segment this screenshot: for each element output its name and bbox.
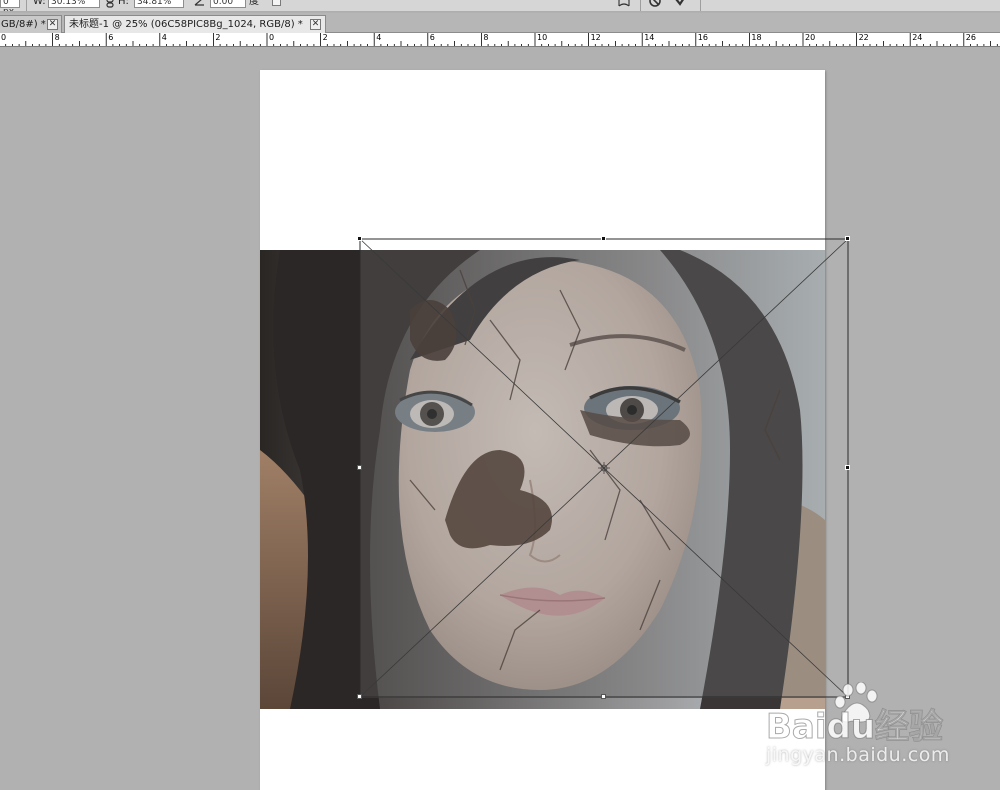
close-icon[interactable]: ✕ (310, 19, 321, 30)
angle-icon (193, 0, 207, 10)
warp-icon[interactable] (617, 0, 631, 10)
ruler-label: 22 (858, 33, 869, 42)
ruler-label: 2 (322, 33, 328, 42)
ruler-label: 20 (805, 33, 816, 42)
ruler-label: 14 (644, 33, 655, 42)
separator (640, 0, 641, 11)
baidu-logo: Baidu经验 (766, 682, 944, 744)
ruler-label: 6 (108, 33, 114, 42)
ruler-label: 16 (697, 33, 708, 42)
ruler-label: 0 (1, 33, 7, 42)
cancel-icon[interactable] (648, 0, 662, 10)
tab-previous-document[interactable]: GB/8#) * ✕ (0, 15, 62, 33)
angle-field[interactable]: 0.00 (210, 0, 246, 8)
transform-handle-top[interactable] (601, 236, 606, 241)
ruler-label: 18 (751, 33, 762, 42)
transform-handle-top-right[interactable] (845, 236, 850, 241)
transform-handle-top-left[interactable] (357, 236, 362, 241)
tab-label: 未标题-1 @ 25% (06C58PIC8Bg_1024, RGB/8) * (69, 19, 303, 30)
transform-handle-left[interactable] (357, 465, 362, 470)
watermark-brand: Baidu经验 (766, 707, 943, 744)
ruler-label: 8 (483, 33, 489, 42)
separator (26, 0, 27, 11)
document-tab-bar: GB/8#) * ✕ 未标题-1 @ 25% (06C58PIC8Bg_1024… (0, 13, 1000, 33)
width-label: W: (33, 0, 46, 7)
ruler-label: 8 (54, 33, 60, 42)
photo-layer[interactable] (260, 250, 825, 709)
horizontal-ruler[interactable]: 0 8 6 4 2 0 2 4 6 8 10 12 14 16 18 20 22 24 26 (0, 33, 1000, 47)
options-bar: 0 px W: 30.13% H: 34.81% 0.00 度 (0, 0, 1000, 12)
commit-icon[interactable] (674, 0, 688, 10)
height-label: H: (118, 0, 129, 7)
angle-unit: 度 (249, 0, 259, 7)
transform-handle-right[interactable] (845, 465, 850, 470)
height-field[interactable]: 34.81% (134, 0, 184, 8)
ruler-label: 0 (269, 33, 275, 42)
separator (700, 0, 701, 11)
tab-label: GB/8#) * (1, 19, 46, 30)
ruler-label: 10 (537, 33, 548, 42)
interpolation-checkbox[interactable] (272, 0, 281, 6)
x-position-field[interactable]: 0 px (0, 0, 20, 11)
transform-handle-bottom-left[interactable] (357, 694, 362, 699)
link-icon[interactable] (103, 0, 117, 10)
ruler-label: 2 (215, 33, 221, 42)
ruler-label: 4 (376, 33, 382, 42)
ruler-label: 6 (429, 33, 435, 42)
close-icon[interactable]: ✕ (47, 19, 58, 30)
tab-active-document[interactable]: 未标题-1 @ 25% (06C58PIC8Bg_1024, RGB/8) * … (64, 15, 326, 33)
width-field[interactable]: 30.13% (48, 0, 100, 8)
baidu-watermark: Baidu经验 jingyan.baidu.com (760, 682, 960, 777)
portrait-image (260, 250, 825, 709)
watermark-url: jingyan.baidu.com (766, 744, 950, 766)
ruler-label: 24 (912, 33, 923, 42)
transform-handle-bottom[interactable] (601, 694, 606, 699)
ruler-label: 4 (161, 33, 167, 42)
ruler-ticks (5, 33, 998, 46)
ruler-label: 12 (590, 33, 601, 42)
ruler-label: 26 (965, 33, 976, 42)
